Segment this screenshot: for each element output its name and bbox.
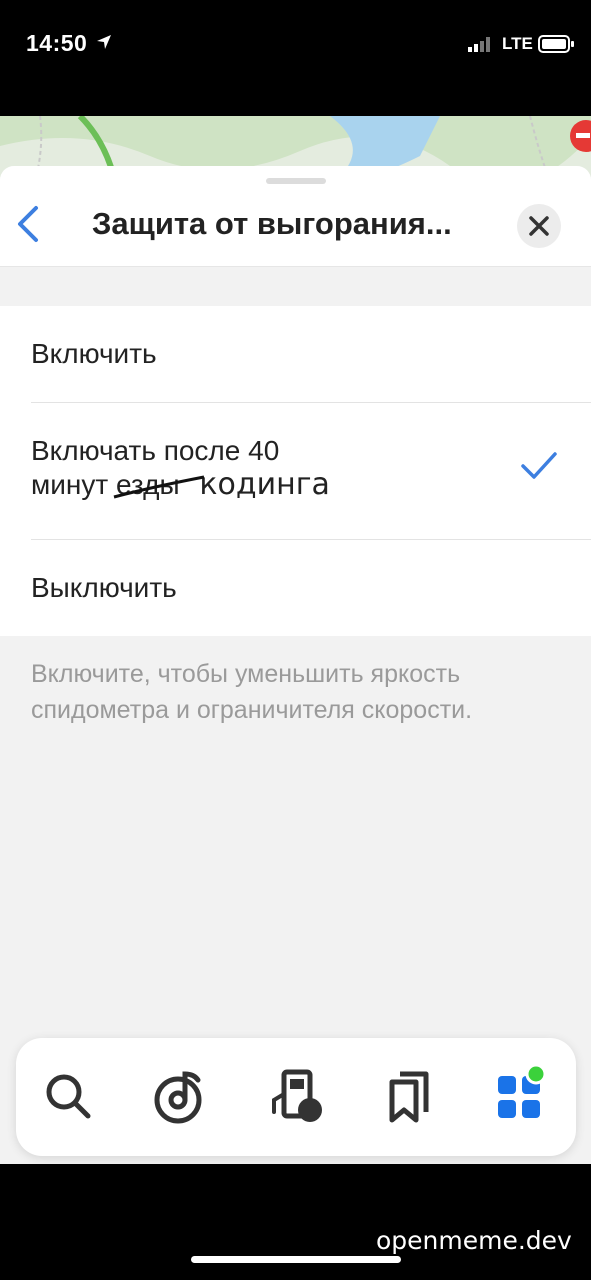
- option-description: Включите, чтобы уменьшить яркость спидом…: [31, 660, 473, 724]
- option-disable[interactable]: Выключить: [0, 540, 591, 636]
- services-icon: [498, 1063, 547, 1118]
- tab-bookmarks[interactable]: [378, 1066, 438, 1126]
- struck-word: езды: [113, 469, 205, 501]
- option-label-line1: Включать после 40: [31, 435, 280, 466]
- option-enable[interactable]: Включить: [0, 306, 591, 402]
- chevron-left-icon: [18, 206, 38, 242]
- close-icon: [529, 216, 549, 236]
- sheet-grabber[interactable]: [266, 178, 326, 184]
- close-button[interactable]: [517, 204, 561, 248]
- bookmarks-icon: [389, 1071, 429, 1123]
- sheet-header: Защита от выгорания...: [0, 166, 591, 267]
- sheet-title: Защита от выгорания...: [92, 206, 452, 241]
- music-icon: [154, 1071, 202, 1124]
- battery-icon: [538, 35, 574, 53]
- signal-icon: [468, 37, 490, 52]
- tab-services[interactable]: [490, 1063, 550, 1126]
- status-bar: 14:50 LTE: [0, 0, 591, 116]
- location-arrow-icon: [97, 35, 111, 49]
- option-label: Выключить: [31, 572, 177, 603]
- option-label: Включить: [31, 338, 157, 369]
- option-label-prefix: минут: [31, 469, 109, 500]
- tab-music[interactable]: [150, 1066, 210, 1126]
- search-icon: [46, 1074, 91, 1119]
- bottom-tab-bar: [16, 1038, 576, 1156]
- settings-sheet: Защита от выгорания... Включить Включать…: [0, 166, 591, 1164]
- status-time: 14:50: [26, 30, 88, 56]
- option-enable-after[interactable]: Включать после 40 минут езды кодинга: [0, 403, 591, 539]
- home-indicator: [191, 1256, 401, 1263]
- strikethrough-mark: [113, 475, 205, 499]
- fuel-icon: [272, 1069, 322, 1122]
- tab-fuel[interactable]: [266, 1066, 326, 1126]
- options-list: Включить Включать после 40 минут езды ко…: [0, 306, 591, 636]
- handwritten-word: кодинга: [199, 467, 330, 502]
- network-type: LTE: [502, 34, 533, 53]
- checkmark-icon: [521, 452, 557, 479]
- back-button[interactable]: [12, 204, 46, 244]
- option-label-line2: минут езды кодинга: [31, 467, 330, 502]
- watermark: openmeme.dev: [376, 1226, 572, 1255]
- tab-search[interactable]: [38, 1066, 98, 1126]
